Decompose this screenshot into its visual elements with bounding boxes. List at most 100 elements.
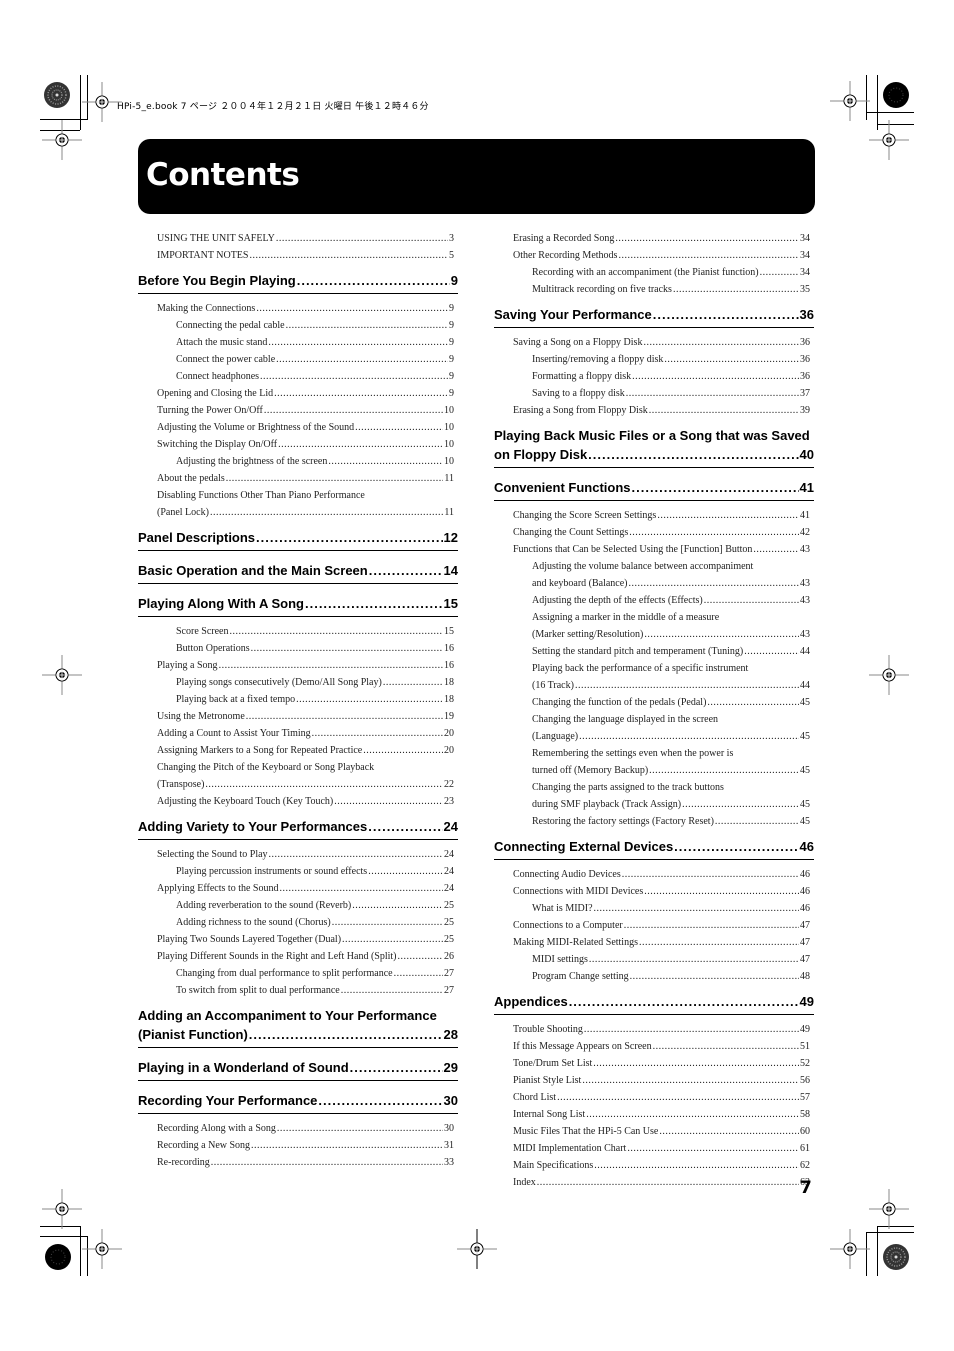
toc-section-heading[interactable]: Adding Variety to Your Performances 24 (138, 813, 458, 840)
toc-entry[interactable]: Adjusting the Keyboard Touch (Key Touch)… (138, 793, 458, 810)
toc-entry[interactable]: Adding richness to the sound (Chorus) 25 (138, 914, 458, 931)
toc-entry[interactable]: Recording Along with a Song 30 (138, 1120, 458, 1137)
toc-entry[interactable]: Erasing a Recorded Song 34 (494, 230, 814, 247)
toc-section-heading[interactable]: Panel Descriptions 12 (138, 524, 458, 551)
toc-entry[interactable]: Remembering the settings even when the p… (494, 745, 814, 779)
entry-title: Adding reverberation to the sound (Rever… (176, 900, 352, 911)
toc-entry[interactable]: Pianist Style List 56 (494, 1072, 814, 1089)
dot-leader (229, 623, 443, 640)
dot-leader (664, 351, 799, 368)
toc-entry[interactable]: Inserting/removing a floppy disk 36 (494, 351, 814, 368)
toc-entry[interactable]: If this Message Appears on Screen 51 (494, 1038, 814, 1055)
toc-entry[interactable]: Connect headphones 9 (138, 368, 458, 385)
toc-entry[interactable]: Adjusting the volume balance between acc… (494, 558, 814, 592)
toc-entry[interactable]: Restoring the factory settings (Factory … (494, 813, 814, 830)
toc-entry[interactable]: Using the Metronome 19 (138, 708, 458, 725)
toc-entry[interactable]: Changing the Score Screen Settings 41 (494, 507, 814, 524)
toc-entry[interactable]: Recording with an accompaniment (the Pia… (494, 264, 814, 281)
toc-entry[interactable]: Functions that Can be Selected Using the… (494, 541, 814, 558)
entry-title: Other Recording Methods (513, 250, 618, 261)
toc-entry[interactable]: Connecting the pedal cable 9 (138, 317, 458, 334)
toc-entry[interactable]: Internal Song List 58 (494, 1106, 814, 1123)
toc-entry[interactable]: Score Screen 15 (138, 623, 458, 640)
page-ref: 49 (800, 1024, 810, 1035)
toc-entry[interactable]: Program Change setting 48 (494, 968, 814, 985)
toc-section-heading[interactable]: Basic Operation and the Main Screen 14 (138, 557, 458, 584)
toc-entry[interactable]: Tone/Drum Set List 52 (494, 1055, 814, 1072)
toc-section-heading[interactable]: Adding an Accompaniment to Your Performa… (138, 1002, 458, 1048)
toc-entry[interactable]: Re-recording 33 (138, 1154, 458, 1171)
toc-left-column: USING THE UNIT SAFELY 3 IMPORTANT NOTES 5 Be… (138, 230, 458, 1171)
toc-entry[interactable]: Changing the Pitch of the Keyboard or So… (138, 759, 458, 793)
toc-section-heading[interactable]: Connecting External Devices 46 (494, 833, 814, 860)
toc-entry[interactable]: Main Specifications 62 (494, 1157, 814, 1174)
toc-entry[interactable]: Changing the parts assigned to the track… (494, 779, 814, 813)
toc-entry[interactable]: Assigning a marker in the middle of a me… (494, 609, 814, 643)
toc-entry[interactable]: Playing back the performance of a specif… (494, 660, 814, 694)
toc-entry[interactable]: Adjusting the brightness of the screen 10 (138, 453, 458, 470)
toc-entry[interactable]: Playing a Song 16 (138, 657, 458, 674)
toc-entry[interactable]: Formatting a floppy disk 36 (494, 368, 814, 385)
toc-entry[interactable]: Opening and Closing the Lid 9 (138, 385, 458, 402)
toc-entry[interactable]: Changing from dual performance to split … (138, 965, 458, 982)
toc-entry[interactable]: Changing the function of the pedals (Ped… (494, 694, 814, 711)
entry-title: Switching the Display On/Off (157, 439, 278, 450)
toc-entry[interactable]: Setting the standard pitch and temperame… (494, 643, 814, 660)
toc-entry[interactable]: Playing Different Sounds in the Right an… (138, 948, 458, 965)
page-ref: 16 (444, 643, 454, 654)
toc-entry[interactable]: Turning the Power On/Off 10 (138, 402, 458, 419)
toc-entry[interactable]: Changing the Count Settings 42 (494, 524, 814, 541)
toc-entry[interactable]: Selecting the Sound to Play 24 (138, 846, 458, 863)
toc-entry[interactable]: Disabling Functions Other Than Piano Per… (138, 487, 458, 521)
toc-entry[interactable]: Making MIDI-Related Settings 47 (494, 934, 814, 951)
toc-section-heading[interactable]: Before You Begin Playing 9 (138, 267, 458, 294)
dot-leader (579, 728, 799, 745)
toc-entry[interactable]: Adjusting the Volume or Brightness of th… (138, 419, 458, 436)
dot-leader (368, 863, 443, 880)
toc-entry[interactable]: Adding a Count to Assist Your Timing 20 (138, 725, 458, 742)
toc-entry[interactable]: Saving a Song on a Floppy Disk 36 (494, 334, 814, 351)
toc-entry[interactable]: Multitrack recording on five tracks 35 (494, 281, 814, 298)
section-title: Basic Operation and the Main Screen (138, 563, 368, 578)
toc-section-heading[interactable]: Appendices 49 (494, 988, 814, 1015)
toc-entry[interactable]: Applying Effects to the Sound 24 (138, 880, 458, 897)
toc-entry[interactable]: Chord List 57 (494, 1089, 814, 1106)
toc-entry[interactable]: To switch from split to dual performance… (138, 982, 458, 999)
toc-entry[interactable]: Trouble Shooting 49 (494, 1021, 814, 1038)
toc-entry[interactable]: Music Files That the HPi-5 Can Use 60 (494, 1123, 814, 1140)
dot-leader (398, 948, 443, 965)
toc-section-heading[interactable]: Saving Your Performance 36 (494, 301, 814, 328)
toc-entry[interactable]: MIDI settings 47 (494, 951, 814, 968)
toc-entry[interactable]: Button Operations 16 (138, 640, 458, 657)
toc-entry[interactable]: What is MIDI? 46 (494, 900, 814, 917)
toc-entry[interactable]: IMPORTANT NOTES 5 (138, 247, 458, 264)
toc-entry[interactable]: Saving to a floppy disk 37 (494, 385, 814, 402)
toc-entry[interactable]: Playing Two Sounds Layered Together (Dua… (138, 931, 458, 948)
toc-entry[interactable]: Assigning Markers to a Song for Repeated… (138, 742, 458, 759)
toc-entry[interactable]: Connect the power cable 9 (138, 351, 458, 368)
toc-entry[interactable]: Connections with MIDI Devices 46 (494, 883, 814, 900)
toc-entry[interactable]: Making the Connections 9 (138, 300, 458, 317)
toc-section-heading[interactable]: Convenient Functions 41 (494, 474, 814, 501)
toc-entry[interactable]: Adding reverberation to the sound (Rever… (138, 897, 458, 914)
toc-entry[interactable]: Index63 (494, 1174, 814, 1191)
toc-entry[interactable]: Playing songs consecutively (Demo/All So… (138, 674, 458, 691)
toc-entry[interactable]: About the pedals 11 (138, 470, 458, 487)
toc-section-heading[interactable]: Recording Your Performance 30 (138, 1087, 458, 1114)
toc-section-heading[interactable]: Playing Along With A Song 15 (138, 590, 458, 617)
toc-entry[interactable]: USING THE UNIT SAFELY 3 (138, 230, 458, 247)
toc-entry[interactable]: Adjusting the depth of the effects (Effe… (494, 592, 814, 609)
toc-entry[interactable]: Playing back at a fixed tempo 18 (138, 691, 458, 708)
toc-entry[interactable]: Changing the language displayed in the s… (494, 711, 814, 745)
toc-entry[interactable]: Connections to a Computer 47 (494, 917, 814, 934)
toc-entry[interactable]: Other Recording Methods 34 (494, 247, 814, 264)
toc-entry[interactable]: Recording a New Song 31 (138, 1137, 458, 1154)
toc-section-heading[interactable]: Playing in a Wonderland of Sound 29 (138, 1054, 458, 1081)
toc-entry[interactable]: Erasing a Song from Floppy Disk 39 (494, 402, 814, 419)
toc-entry[interactable]: Switching the Display On/Off 10 (138, 436, 458, 453)
toc-entry[interactable]: Attach the music stand 9 (138, 334, 458, 351)
toc-entry[interactable]: Playing percussion instruments or sound … (138, 863, 458, 880)
toc-entry[interactable]: MIDI Implementation Chart 61 (494, 1140, 814, 1157)
toc-section-heading[interactable]: Playing Back Music Files or a Song that … (494, 422, 814, 468)
toc-entry[interactable]: Connecting Audio Devices 46 (494, 866, 814, 883)
